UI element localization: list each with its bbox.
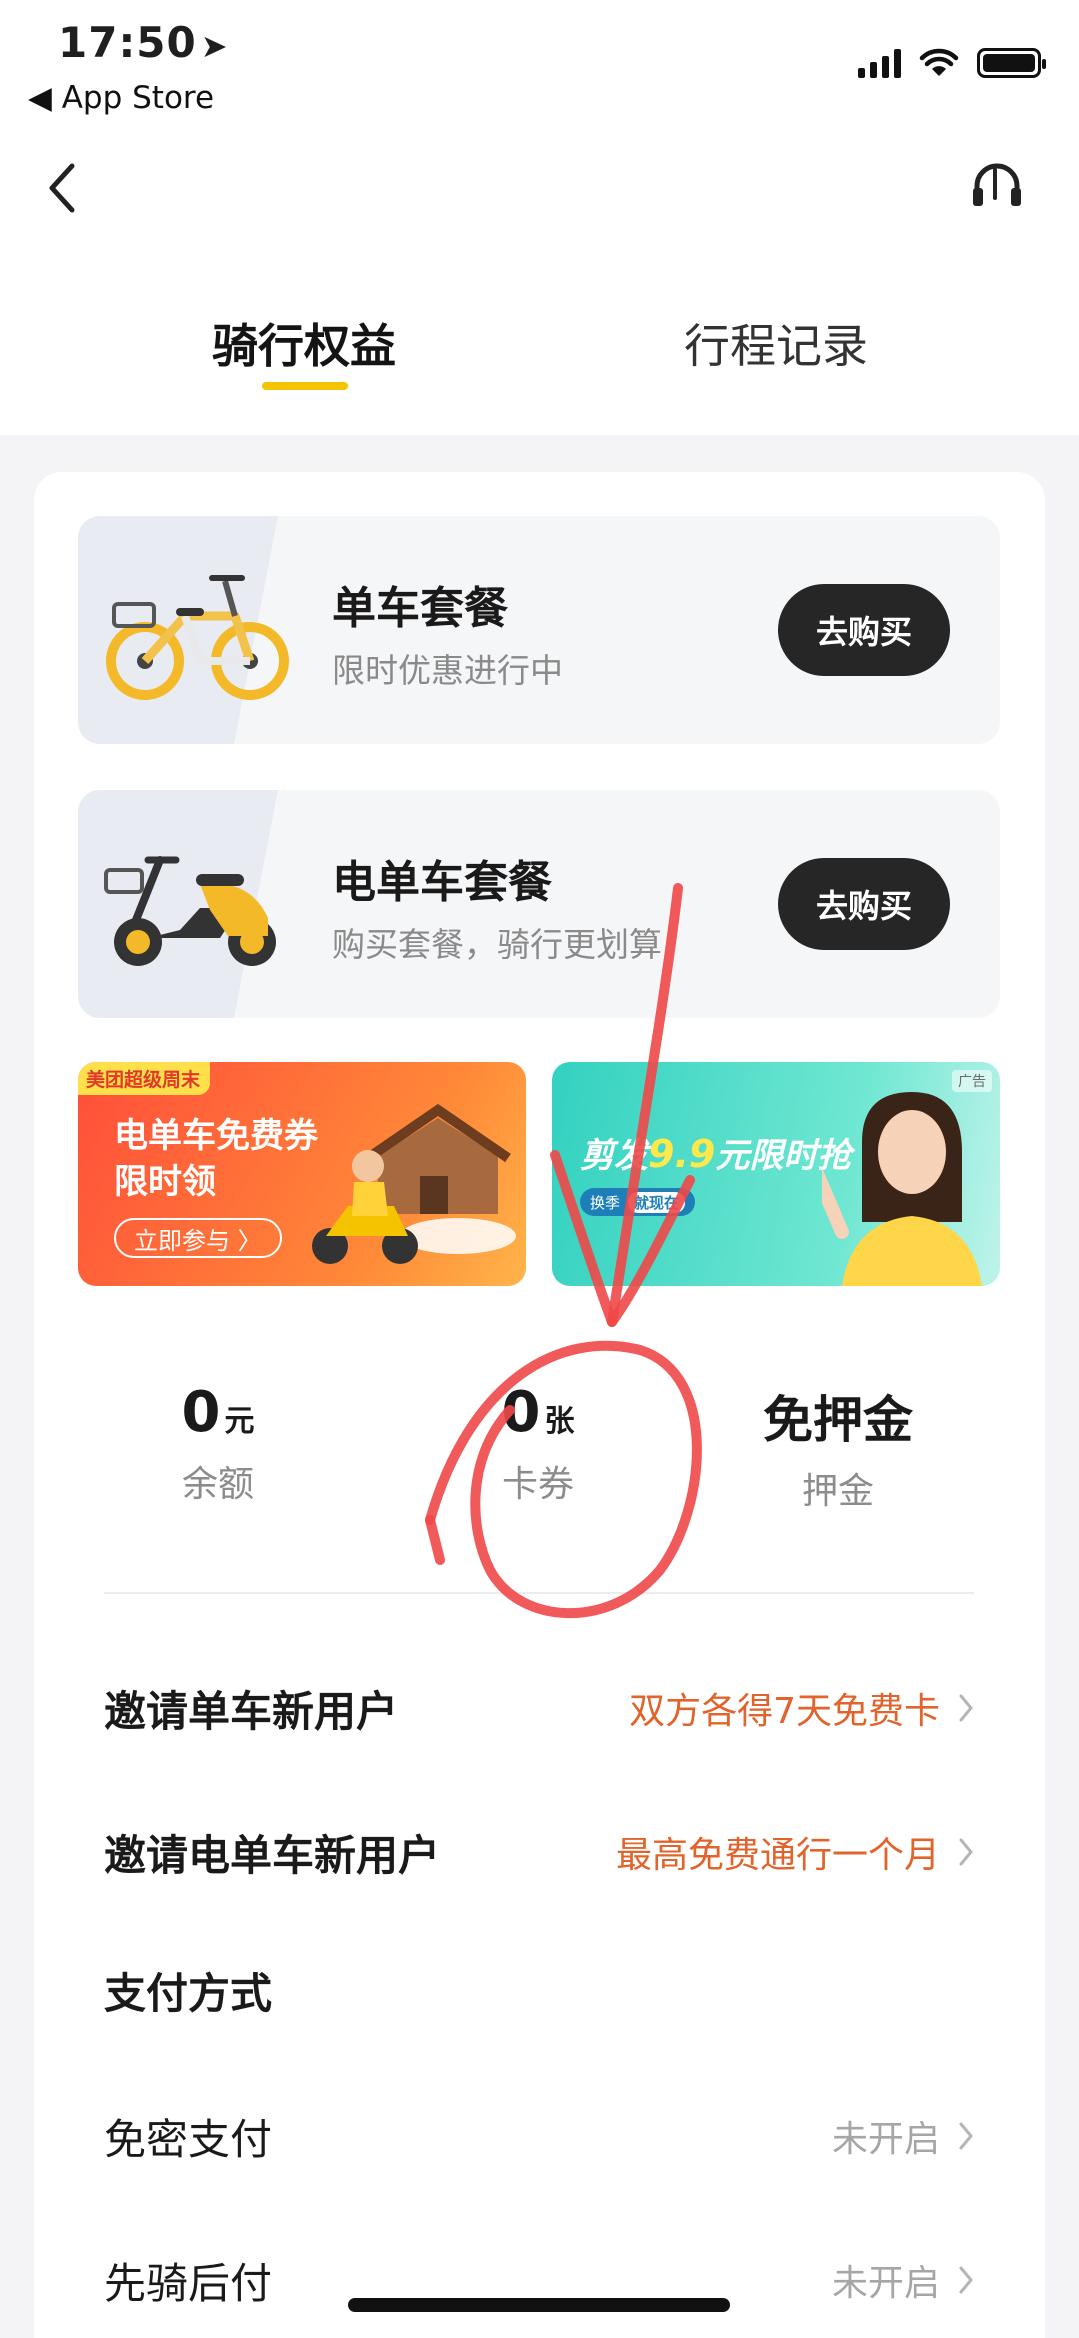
balance-stat[interactable]: 0元 余额 — [68, 1380, 368, 1507]
package-subtitle: 购买套餐，骑行更划算 — [332, 925, 662, 964]
buy-bike-package-button[interactable]: 去购买 — [778, 584, 950, 676]
account-stats: 0元 余额 0张 卡券 免押金 押金 — [78, 1380, 1000, 1520]
coupons-stat[interactable]: 0张 卡券 — [388, 1380, 688, 1507]
time-text: 17:50 — [58, 18, 197, 67]
balance-unit: 元 — [224, 1404, 255, 1439]
deposit-label: 押金 — [801, 1471, 874, 1512]
ebike-package-card[interactable]: 电单车套餐 购买套餐，骑行更划算 去购买 — [78, 790, 1000, 1018]
row-status: 未开启 — [831, 2119, 940, 2160]
package-title: 电单车套餐 — [332, 857, 552, 908]
woman-illustration — [822, 1092, 982, 1286]
chevron-right-icon — [959, 1838, 973, 1866]
divider — [104, 1592, 974, 1594]
coupons-unit: 张 — [544, 1404, 575, 1439]
deposit-stat[interactable]: 免押金 押金 — [688, 1380, 988, 1514]
row-promo-text: 最高免费通行一个月 — [615, 1835, 940, 1876]
balance-label: 余额 — [181, 1464, 254, 1505]
ebike-icon — [104, 856, 276, 966]
cellular-signal-icon — [858, 48, 901, 78]
payment-section-title: 支付方式 — [104, 1969, 273, 2018]
bike-package-card[interactable]: 单车套餐 限时优惠进行中 去购买 — [78, 516, 1000, 744]
location-arrow-icon: ➤ — [200, 27, 229, 65]
active-tab-indicator — [262, 382, 348, 390]
invite-bike-user-row[interactable]: 邀请单车新用户 双方各得7天免费卡 — [104, 1668, 974, 1748]
buy-ebike-package-button[interactable]: 去购买 — [778, 858, 950, 950]
row-title: 邀请单车新用户 — [104, 1686, 399, 1736]
chevron-right-icon — [959, 2122, 973, 2150]
battery-icon — [977, 48, 1046, 78]
home-indicator — [348, 2298, 730, 2312]
row-promo-text: 双方各得7天免费卡 — [629, 1691, 940, 1732]
status-icons — [858, 48, 1046, 78]
row-title: 免密支付 — [104, 2114, 273, 2164]
banner-subline: 限时领 — [114, 1162, 216, 1202]
promo-tag: 美团超级周末 — [78, 1062, 211, 1095]
ad-slogan-pill: 换季 就现在 — [580, 1188, 696, 1216]
chevron-right-icon — [959, 2266, 973, 2294]
package-title: 单车套餐 — [332, 583, 508, 634]
banner-headline: 电单车免费券 — [114, 1116, 318, 1156]
chevron-left-icon[interactable] — [42, 158, 82, 218]
status-time: 17:50 ➤ — [58, 18, 229, 67]
tab-trip-records[interactable]: 行程记录 — [684, 310, 868, 376]
coupons-value: 0 — [501, 1380, 541, 1445]
scooter-rider-illustration — [312, 1103, 516, 1264]
package-subtitle: 限时优惠进行中 — [332, 651, 563, 690]
headset-icon[interactable] — [967, 158, 1027, 218]
ad-headline: 剪发9.9元限时抢 — [580, 1132, 852, 1176]
tab-riding-benefits[interactable]: 骑行权益 — [212, 310, 396, 376]
deposit-value: 免押金 — [763, 1391, 913, 1449]
wifi-icon — [919, 48, 959, 76]
row-status: 未开启 — [831, 2263, 940, 2304]
ebike-free-coupon-banner[interactable]: 美团超级周末 电单车免费券 限时领 立即参与 〉 — [78, 1062, 526, 1286]
haircut-ad-banner[interactable]: 广告 剪发9.9元限时抢 换季 就现在 — [552, 1062, 1000, 1286]
bike-icon — [106, 575, 289, 700]
row-title: 先骑后付 — [104, 2258, 273, 2308]
balance-value: 0 — [181, 1380, 221, 1445]
chevron-right-icon — [959, 1694, 973, 1722]
back-to-app-store[interactable]: ◀ App Store — [28, 80, 214, 116]
password-free-payment-row[interactable]: 免密支付 未开启 — [104, 2096, 974, 2176]
coupons-label: 卡券 — [501, 1464, 574, 1505]
join-now-button[interactable]: 立即参与 〉 — [114, 1218, 282, 1258]
tab-bar: 骑行权益 行程记录 — [0, 310, 1079, 400]
row-title: 邀请电单车新用户 — [104, 1830, 441, 1880]
invite-ebike-user-row[interactable]: 邀请电单车新用户 最高免费通行一个月 — [104, 1812, 974, 1892]
